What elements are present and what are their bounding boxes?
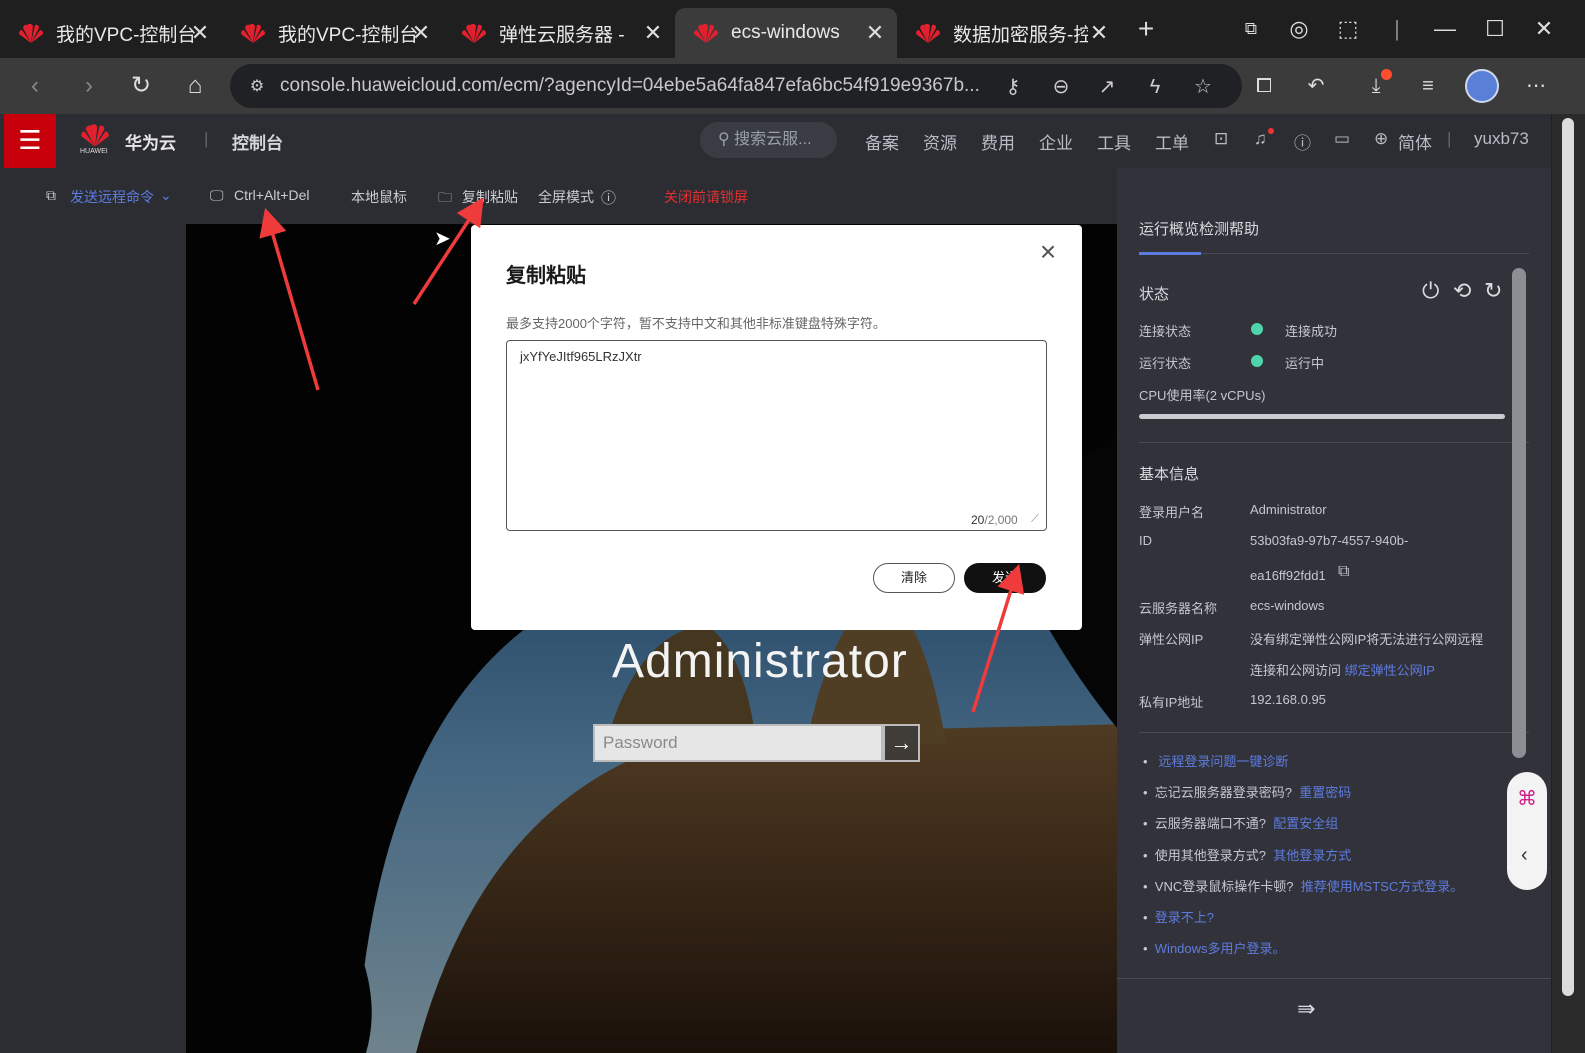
arrow-to-ctrl-alt-del	[259, 207, 320, 391]
arrow-to-copy-paste	[412, 197, 484, 305]
arrow-to-send	[971, 563, 1025, 713]
annotation-arrows	[259, 197, 1025, 713]
